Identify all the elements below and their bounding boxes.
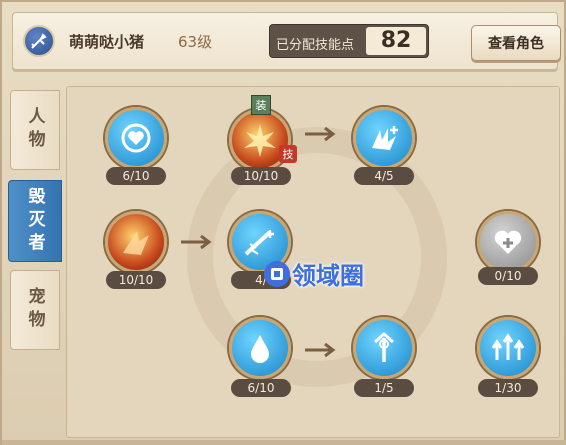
tab-pet[interactable]: 宠物 — [10, 270, 60, 350]
header-bar: 萌萌哒小猪 63级 已分配技能点 82 查看角色 — [12, 12, 561, 70]
arrow-right-icon — [305, 343, 336, 357]
player-name: 萌萌哒小猪 — [69, 33, 145, 51]
skill-fire-slash[interactable] — [105, 211, 167, 273]
player-level: 63级 — [178, 33, 213, 51]
heal-plus-icon — [494, 230, 522, 254]
shatter-plus-icon — [372, 126, 398, 150]
fire-slash-icon — [123, 231, 149, 255]
fire-burst-icon — [244, 124, 276, 157]
skill-level: 10/10 — [106, 271, 166, 289]
skill-water-drop[interactable] — [229, 317, 291, 379]
view-role-button[interactable]: 查看角色 — [471, 25, 561, 61]
skill-level: 1/30 — [478, 379, 538, 397]
heart-icon — [121, 123, 151, 153]
skill-level: 4/5 — [354, 167, 414, 185]
skill-heart[interactable] — [105, 107, 167, 169]
skill-level: 6/10 — [231, 379, 291, 397]
arrow-right-icon — [305, 127, 336, 141]
allocated-points-box: 已分配技能点 82 — [269, 24, 429, 58]
skill-window: 萌萌哒小猪 63级 已分配技能点 82 查看角色 人物 毁灭者 宠物 6/10 — [0, 0, 566, 445]
tab-destroyer[interactable]: 毁灭者 — [8, 180, 62, 262]
sword-up-icon — [244, 230, 274, 256]
skill-trident[interactable] — [353, 317, 415, 379]
watermark-logo-icon — [264, 260, 290, 287]
points-label: 已分配技能点 — [276, 38, 355, 53]
watermark-logo: 领域圈 — [262, 256, 364, 291]
equipped-tag: 装 — [251, 95, 271, 115]
skill-level: 6/10 — [106, 167, 166, 185]
class-badge-icon — [23, 25, 55, 57]
water-drop-icon — [251, 335, 269, 363]
skill-triple-arrow-up[interactable] — [477, 317, 539, 379]
trident-icon — [374, 331, 394, 362]
skill-tag: 技 — [279, 145, 297, 163]
points-value-bg: 82 — [366, 27, 426, 55]
skill-level: 1/5 — [354, 379, 414, 397]
skill-level: 0/10 — [478, 267, 538, 285]
skill-heal-plus[interactable] — [477, 211, 539, 273]
skill-shatter-plus[interactable] — [353, 107, 415, 169]
bottom-border — [2, 440, 566, 445]
points-value: 82 — [380, 28, 412, 53]
skill-level: 10/10 — [231, 167, 291, 185]
tab-character[interactable]: 人物 — [10, 90, 60, 170]
watermark-text: 领域圈 — [292, 262, 364, 290]
arrow-right-icon — [181, 235, 212, 249]
triple-arrow-up-icon — [491, 333, 525, 360]
